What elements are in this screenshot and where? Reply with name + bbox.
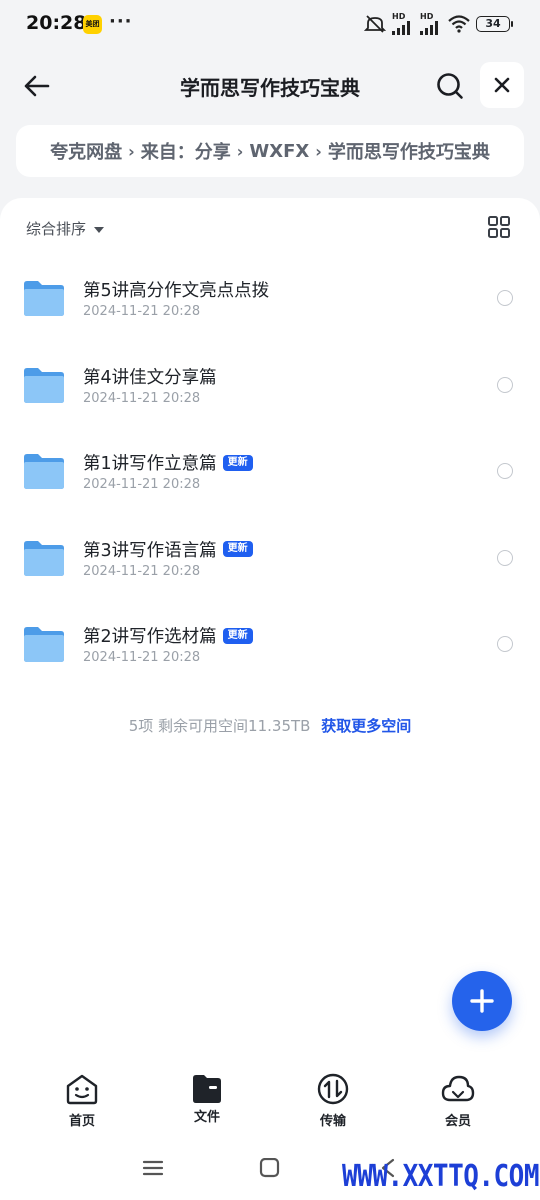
- updated-badge: 更新: [222, 627, 253, 644]
- file-name: 第4讲佳文分享篇: [83, 367, 217, 388]
- hd-label: HD: [392, 12, 406, 21]
- battery-icon: 34: [476, 16, 513, 32]
- file-title: 第3讲写作语言篇 更新: [83, 537, 253, 562]
- cloud-member-icon: [441, 1075, 475, 1102]
- add-button[interactable]: [452, 971, 512, 1031]
- file-title: 第1讲写作立意篇 更新: [83, 450, 253, 475]
- recent-apps-icon[interactable]: [142, 1158, 164, 1178]
- watermark: WWW.XXTTQ.COM: [342, 1159, 540, 1195]
- file-name: 第1讲写作立意篇: [83, 454, 217, 474]
- meituan-app-icon: 美团: [83, 15, 102, 34]
- file-name: 第2讲写作选材篇: [83, 627, 217, 647]
- nav-item-files[interactable]: 文件: [167, 1072, 247, 1125]
- breadcrumb-item-wxfx[interactable]: WXFX: [249, 141, 309, 162]
- folder-icon: [24, 454, 64, 489]
- folder-icon: [24, 540, 64, 576]
- nav-item-member[interactable]: 会员: [418, 1072, 498, 1129]
- transfer-icon: [317, 1073, 349, 1105]
- status-time: 20:28: [26, 12, 87, 34]
- get-more-space-link[interactable]: 获取更多空间: [321, 717, 411, 735]
- file-title: 第2讲写作选材篇 更新: [83, 623, 253, 648]
- file-list: 第5讲高分作文亮点点拨 2024-11-21 20:28 第4讲佳文分享篇 20…: [0, 256, 540, 689]
- select-radio[interactable]: [497, 549, 513, 566]
- file-date: 2024-11-21 20:28: [83, 650, 201, 665]
- storage-summary-text: 5项 剩余可用空间11.35TB: [128, 717, 311, 735]
- file-row[interactable]: 第3讲写作语言篇 更新 2024-11-21 20:28: [0, 516, 540, 603]
- breadcrumb-separator: ›: [315, 141, 322, 161]
- nav-label: 会员: [444, 1114, 471, 1129]
- select-radio[interactable]: [497, 376, 513, 393]
- nav-item-transfer[interactable]: 传输: [293, 1072, 373, 1129]
- breadcrumb-separator: ›: [236, 141, 244, 161]
- file-row[interactable]: 第1讲写作立意篇 更新 2024-11-21 20:28: [0, 429, 540, 516]
- file-date: 2024-11-21 20:28: [83, 304, 201, 319]
- home-square-icon[interactable]: [259, 1158, 281, 1178]
- breadcrumb-item-from-share[interactable]: 来自：分享: [141, 138, 231, 164]
- wifi-icon: [448, 15, 470, 33]
- status-indicators: HD HD 34: [364, 13, 513, 35]
- file-row[interactable]: 第2讲写作选材篇 更新 2024-11-21 20:28: [0, 602, 540, 689]
- nav-item-home[interactable]: 首页: [42, 1072, 122, 1129]
- grid-view-icon[interactable]: [486, 214, 512, 240]
- folder-icon: [24, 627, 64, 662]
- file-folder-icon: [193, 1075, 221, 1103]
- close-button[interactable]: [480, 62, 524, 108]
- file-date: 2024-11-21 20:28: [83, 477, 201, 492]
- signal-bars-icon: [392, 21, 410, 35]
- updated-badge: 更新: [222, 541, 253, 557]
- close-icon: [494, 77, 510, 93]
- status-bar: 20:28 美团 ··· HD HD 34: [0, 0, 540, 50]
- hd-label: HD: [420, 12, 434, 21]
- breadcrumb-item-quark-drive[interactable]: 夸克网盘: [50, 138, 122, 164]
- file-date: 2024-11-21 20:28: [83, 390, 201, 406]
- bottom-nav: 首页 文件 传输 会员: [0, 1072, 540, 1142]
- select-radio[interactable]: [497, 290, 513, 306]
- silent-mode-icon: [364, 15, 386, 33]
- file-date: 2024-11-21 20:28: [83, 563, 201, 579]
- nav-label: 文件: [193, 1110, 220, 1125]
- cellular-signal-1: HD: [392, 13, 414, 35]
- select-radio[interactable]: [497, 463, 513, 479]
- sort-label: 综合排序: [26, 220, 87, 238]
- file-name: 第5讲高分作文亮点点拨: [83, 281, 270, 301]
- sort-dropdown[interactable]: 综合排序: [26, 218, 105, 239]
- file-title: 第5讲高分作文亮点点拨: [83, 277, 269, 302]
- more-notifications-icon: ···: [109, 11, 133, 32]
- caret-down-icon: [94, 226, 105, 233]
- file-row[interactable]: 第4讲佳文分享篇 2024-11-21 20:28: [0, 343, 540, 430]
- home-face-icon: [66, 1074, 98, 1105]
- breadcrumb: 夸克网盘 › 来自：分享 › WXFX › 学而思写作技巧宝典: [16, 125, 524, 177]
- breadcrumb-separator: ›: [128, 141, 135, 161]
- signal-bars-icon: [420, 21, 438, 35]
- cellular-signal-2: HD: [420, 13, 442, 35]
- search-button[interactable]: [428, 64, 472, 108]
- select-radio[interactable]: [497, 636, 513, 652]
- plus-icon: [470, 989, 494, 1013]
- nav-label: 传输: [319, 1114, 346, 1129]
- updated-badge: 更新: [222, 454, 253, 471]
- file-row[interactable]: 第5讲高分作文亮点点拨 2024-11-21 20:28: [0, 256, 540, 343]
- search-icon: [437, 73, 463, 99]
- header-bar: 学而思写作技巧宝典: [0, 58, 540, 114]
- folder-icon: [24, 367, 64, 403]
- folder-icon: [24, 281, 64, 316]
- nav-label: 首页: [68, 1114, 95, 1129]
- file-title: 第4讲佳文分享篇: [83, 364, 217, 389]
- storage-summary: 5项 剩余可用空间11.35TB 获取更多空间: [0, 715, 540, 736]
- file-name: 第3讲写作语言篇: [83, 540, 217, 561]
- file-browser-panel: 综合排序 第5讲高分作文亮点点拨 2024-11-21 20:28 第4讲佳文分…: [0, 198, 540, 1200]
- breadcrumb-item-current: 学而思写作技巧宝典: [327, 142, 490, 163]
